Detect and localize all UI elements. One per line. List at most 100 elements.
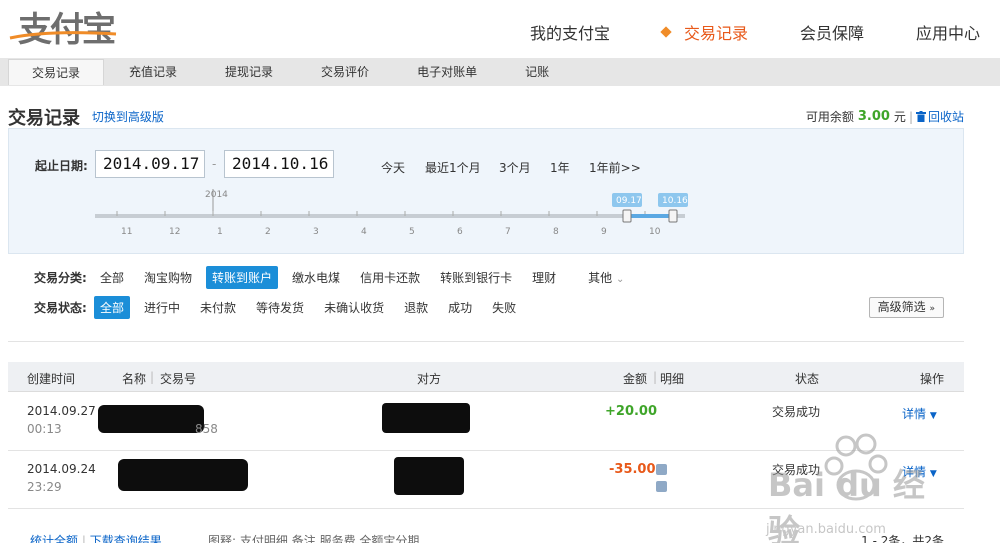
category-label: 交易分类: bbox=[34, 271, 87, 285]
th-separator: | bbox=[653, 370, 658, 384]
stats-link[interactable]: 统计全额 bbox=[30, 534, 78, 543]
status-filter-row: 交易状态: 全部 进行中 未付款 等待发货 未确认收货 退款 成功 失败 bbox=[34, 296, 530, 319]
detail-label: 详情 bbox=[902, 407, 927, 421]
end-date-input[interactable]: 2014.10.16 bbox=[224, 150, 334, 178]
category-credit-card[interactable]: 信用卡还款 bbox=[354, 266, 426, 289]
category-filter-row: 交易分类: 全部 淘宝购物 转账到账户 缴水电煤 信用卡还款 转账到银行卡 理财… bbox=[34, 266, 624, 289]
advanced-filter-button[interactable]: 高级筛选 » bbox=[868, 297, 944, 318]
slider-tick-label: 6 bbox=[457, 227, 463, 237]
separator: | bbox=[908, 109, 913, 124]
start-date-input[interactable]: 2014.09.17 bbox=[95, 150, 205, 178]
legend-item: 服务费 bbox=[319, 534, 356, 543]
download-link[interactable]: 下载查询结果 bbox=[90, 534, 162, 543]
row-status: 交易成功 bbox=[772, 405, 821, 419]
slider-year-label: 2014 bbox=[205, 190, 228, 200]
category-taobao[interactable]: 淘宝购物 bbox=[138, 266, 198, 289]
recycle-bin-link[interactable]: 回收站 bbox=[928, 108, 964, 125]
balance-area: 可用余额 3.00 元 | 回收站 bbox=[806, 108, 964, 125]
separator: | bbox=[81, 534, 90, 543]
row-amount: +20.00 bbox=[605, 404, 658, 419]
status-awaiting-shipment[interactable]: 等待发货 bbox=[250, 296, 310, 319]
footer-links: 统计全额 | 下载查询结果 bbox=[30, 532, 162, 543]
redacted-counterparty bbox=[394, 457, 464, 495]
th-detail: 明细 bbox=[660, 372, 685, 386]
slider-start-handle[interactable] bbox=[622, 209, 632, 223]
status-label: 交易状态: bbox=[34, 301, 87, 315]
th-created: 创建时间 bbox=[27, 372, 76, 386]
th-trade-no: 交易号 bbox=[160, 372, 197, 386]
logo-swoosh-icon bbox=[9, 31, 117, 40]
payment-detail-icon[interactable] bbox=[656, 464, 667, 475]
quick-3-months[interactable]: 3个月 bbox=[499, 159, 531, 176]
status-refund[interactable]: 退款 bbox=[398, 296, 434, 319]
slider-tick-label: 4 bbox=[361, 227, 367, 237]
legend-label: 图释: bbox=[208, 534, 237, 543]
nav-my-alipay[interactable]: 我的支付宝 bbox=[530, 20, 610, 44]
th-action: 操作 bbox=[920, 372, 945, 386]
status-in-progress[interactable]: 进行中 bbox=[138, 296, 186, 319]
subnav-trade-records[interactable]: 交易记录 bbox=[8, 59, 105, 85]
category-all[interactable]: 全部 bbox=[94, 266, 130, 289]
expand-icon[interactable] bbox=[656, 481, 667, 492]
row-date: 2014.09.24 bbox=[27, 462, 96, 476]
redacted-name bbox=[98, 405, 204, 433]
status-all[interactable]: 全部 bbox=[94, 296, 131, 319]
slider-tick-label: 1 bbox=[217, 227, 223, 237]
quick-1-month[interactable]: 最近1个月 bbox=[425, 159, 481, 176]
nav-label: 会员保障 bbox=[799, 24, 864, 43]
legend-item: 全额宝分期 bbox=[359, 534, 420, 543]
subnav-trade-reviews[interactable]: 交易评价 bbox=[298, 59, 392, 85]
th-separator: | bbox=[150, 370, 155, 384]
date-range-slider[interactable]: 2014 11 12 1 2 3 4 5 6 7 8 9 10 09.17 10.16 bbox=[95, 189, 695, 239]
status-unconfirmed[interactable]: 未确认收货 bbox=[318, 296, 390, 319]
legend-item: 支付明细 bbox=[239, 534, 288, 543]
row-detail-link[interactable]: 详情 ▼ bbox=[902, 405, 937, 422]
nav-trade-records[interactable]: 交易记录 bbox=[660, 20, 748, 44]
legend: 图释: 支付明细 备注 服务费 全额宝分期 bbox=[208, 532, 419, 543]
category-finance[interactable]: 理财 bbox=[526, 266, 562, 289]
other-label: 其他 bbox=[588, 271, 613, 285]
quick-before-1-year[interactable]: 1年前>> bbox=[589, 159, 641, 176]
baidu-jingyan-watermark: Bai du 经验 jingyan.baidu.com bbox=[766, 430, 956, 543]
row-date: 2014.09.27 bbox=[27, 404, 96, 418]
alipay-logo[interactable]: 支付宝 bbox=[8, 2, 118, 50]
category-transfer-bank[interactable]: 转账到银行卡 bbox=[434, 266, 518, 289]
row-amount: -35.00 bbox=[609, 462, 656, 477]
nav-member-protection[interactable]: 会员保障 bbox=[800, 20, 864, 44]
balance-unit: 元 bbox=[893, 110, 906, 124]
active-diamond-icon bbox=[660, 26, 672, 38]
switch-advanced-link[interactable]: 切换到高级版 bbox=[92, 110, 164, 124]
top-header: 支付宝 我的支付宝 交易记录 会员保障 应用中心 bbox=[0, 0, 1000, 58]
logo-text: 支付宝 bbox=[18, 10, 116, 50]
status-unpaid[interactable]: 未付款 bbox=[194, 296, 242, 319]
category-transfer-account[interactable]: 转账到账户 bbox=[206, 266, 279, 289]
slider-tick-label: 9 bbox=[601, 227, 607, 237]
table-header: 创建时间 名称 | 交易号 对方 金额 | 明细 状态 操作 bbox=[8, 362, 964, 392]
nav-label: 交易记录 bbox=[683, 24, 748, 43]
advanced-label: 高级筛选 bbox=[877, 300, 926, 314]
subnav-withdraw-records[interactable]: 提现记录 bbox=[202, 59, 296, 85]
quick-today[interactable]: 今天 bbox=[381, 159, 405, 176]
subnav-bookkeeping[interactable]: 记账 bbox=[502, 59, 572, 85]
status-success[interactable]: 成功 bbox=[442, 296, 478, 319]
caret-down-icon: ▼ bbox=[929, 411, 937, 421]
slider-end-handle[interactable] bbox=[668, 209, 678, 223]
category-utilities[interactable]: 缴水电煤 bbox=[286, 266, 346, 289]
subnav-e-statement[interactable]: 电子对账单 bbox=[394, 59, 500, 85]
nav-label: 应用中心 bbox=[915, 24, 980, 43]
trash-icon bbox=[915, 111, 926, 122]
main-nav: 我的支付宝 交易记录 会员保障 应用中心 bbox=[478, 20, 980, 44]
nav-app-center[interactable]: 应用中心 bbox=[916, 20, 980, 44]
slider-tick-label: 3 bbox=[313, 227, 319, 237]
quick-1-year[interactable]: 1年 bbox=[550, 159, 570, 176]
title-bar: 交易记录 切换到高级版 可用余额 3.00 元 | 回收站 bbox=[8, 104, 964, 129]
chevron-down-icon: ⌄ bbox=[615, 274, 625, 285]
watermark-url: jingyan.baidu.com bbox=[766, 522, 886, 537]
slider-end-label: 10.16 bbox=[662, 196, 688, 206]
th-amount: 金额 bbox=[623, 372, 648, 386]
redacted-counterparty bbox=[382, 403, 470, 433]
category-other-dropdown[interactable]: 其他 ⌄ bbox=[588, 269, 624, 286]
subnav-recharge-records[interactable]: 充值记录 bbox=[106, 59, 200, 85]
balance-value: 3.00 bbox=[857, 109, 890, 124]
status-failed[interactable]: 失败 bbox=[486, 296, 522, 319]
